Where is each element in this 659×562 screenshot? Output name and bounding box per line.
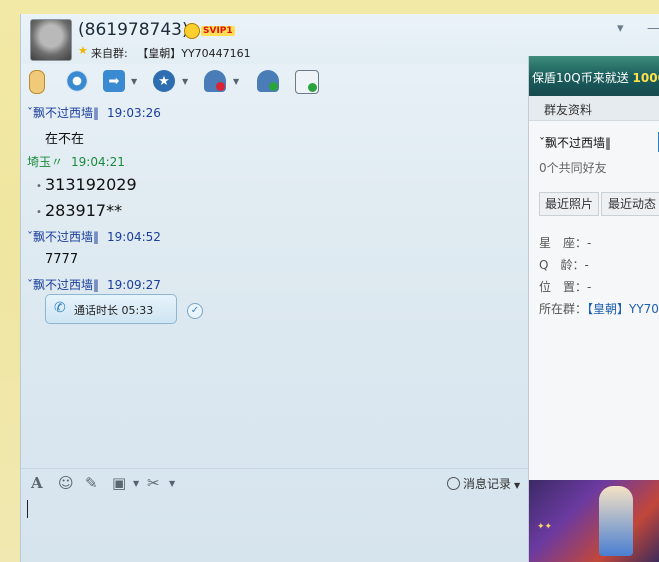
message-time: 19:09:27 xyxy=(107,278,161,292)
image-dropdown-icon[interactable]: ▼ xyxy=(133,479,139,488)
tab-member-profile[interactable]: 群友资料 xyxy=(529,96,659,121)
ad-top-number: 1000 xyxy=(632,71,659,85)
file-transfer-icon[interactable]: ➡ xyxy=(103,70,125,92)
penguin-vip-icon xyxy=(184,23,200,39)
group-prefix: 来自群: xyxy=(91,47,128,60)
edit-icon[interactable]: ✎ xyxy=(85,474,98,492)
profile-name: ˇ飘不过西墙‖ xyxy=(539,136,612,150)
source-group: 来自群: 【皇朝】YY70447161 xyxy=(91,45,251,61)
input-toolbar: A ☺ ✎ ▣ ▼ ✂ ▼ 消息记录 ▼ xyxy=(21,468,528,497)
location-row: 位 置：- xyxy=(539,280,592,294)
block-user-dropdown-icon[interactable]: ▼ xyxy=(233,77,239,86)
message-text: 在不在 xyxy=(45,132,85,147)
ad-top-text: 保盾10Q币来就送 xyxy=(532,71,629,85)
svip-badge[interactable]: SVIP1 xyxy=(201,26,235,36)
message-input[interactable] xyxy=(21,496,528,562)
avatar[interactable] xyxy=(30,19,72,61)
groups-row: 所在群：【皇朝】YY70 xyxy=(539,300,659,317)
block-user-icon[interactable] xyxy=(204,70,226,92)
message-time: 19:04:52 xyxy=(107,230,161,244)
groups-label: 所在群： xyxy=(539,302,588,316)
font-icon[interactable]: A xyxy=(31,474,43,492)
contact-qq-number: (861978743) xyxy=(78,20,189,40)
video-camera-icon[interactable] xyxy=(66,70,88,92)
emoji-icon[interactable]: ☺ xyxy=(58,474,74,492)
ad-game-logo: ✦✦ xyxy=(537,522,553,532)
ad-banner-top[interactable]: 保盾10Q币来就送 1000 xyxy=(529,56,659,96)
history-button[interactable]: 消息记录 ▼ xyxy=(447,475,520,492)
text-caret xyxy=(27,500,28,518)
recent-activity-button[interactable]: 最近动态 xyxy=(601,192,659,216)
ad-character-image xyxy=(599,486,633,556)
call-record-bubble[interactable]: ✆ 通话时长 05:33 xyxy=(45,294,177,324)
bullet-icon: • xyxy=(36,181,42,192)
remote-assist-dropdown-icon[interactable]: ▼ xyxy=(182,77,188,86)
scissors-icon[interactable]: ✂ xyxy=(147,474,160,492)
group-name: 【皇朝】YY70447161 xyxy=(137,47,251,60)
message-text: 313192029 xyxy=(45,175,137,194)
sender-name[interactable]: ˇ飘不过西墙‖ xyxy=(27,106,99,120)
call-duration: 通话时长 05:33 xyxy=(74,304,154,317)
group-chat-icon[interactable] xyxy=(295,70,319,94)
history-label: 消息记录 xyxy=(463,477,512,491)
message-header: ˇ飘不过西墙‖ 19:03:26 xyxy=(27,104,161,121)
image-icon[interactable]: ▣ xyxy=(112,474,126,492)
add-friend-icon[interactable] xyxy=(257,70,279,92)
phone-icon: ✆ xyxy=(54,300,66,316)
minimize-button[interactable]: — xyxy=(647,21,659,36)
check-icon: ✓ xyxy=(187,303,203,319)
common-friends[interactable]: 0个共同好友 xyxy=(539,159,607,176)
message-header: 埼玉〃 19:04:21 xyxy=(27,153,125,170)
sender-name[interactable]: ˇ飘不过西墙‖ xyxy=(27,278,99,292)
chat-toolbar: ➡ ▼ ★ ▼ ▼ xyxy=(21,66,531,98)
age-row: Q 龄：- xyxy=(539,258,589,272)
file-transfer-dropdown-icon[interactable]: ▼ xyxy=(131,77,137,86)
history-dropdown-icon: ▼ xyxy=(514,481,521,490)
bullet-icon: • xyxy=(36,207,42,218)
dropdown-icon[interactable]: ▾ xyxy=(617,21,624,36)
profile-sidepanel: 保盾10Q币来就送 1000 群友资料 ˇ飘不过西墙‖ 0个共同好友 最近照片 … xyxy=(528,56,659,562)
tab-label: 群友资料 xyxy=(544,103,593,117)
message-time: 19:04:21 xyxy=(71,155,125,169)
message-header: ˇ飘不过西墙‖ 19:09:27 xyxy=(27,276,161,293)
message-header: ˇ飘不过西墙‖ 19:04:52 xyxy=(27,228,161,245)
chat-window: (861978743) SVIP1 ★ 来自群: 【皇朝】YY70447161 … xyxy=(20,14,659,562)
zodiac-row: 星 座：- xyxy=(539,236,592,250)
sender-name[interactable]: 埼玉〃 xyxy=(27,155,63,169)
microphone-icon[interactable] xyxy=(29,70,45,94)
groups-link[interactable]: 【皇朝】YY70 xyxy=(587,302,659,316)
sender-name[interactable]: ˇ飘不过西墙‖ xyxy=(27,230,99,244)
message-text: 283917** xyxy=(45,201,123,220)
message-text: 7777 xyxy=(45,252,79,267)
remote-assist-icon[interactable]: ★ xyxy=(153,70,175,92)
message-time: 19:03:26 xyxy=(107,106,161,120)
screenshot-dropdown-icon[interactable]: ▼ xyxy=(169,479,175,488)
message-list[interactable]: ˇ飘不过西墙‖ 19:03:26 在不在 埼玉〃 19:04:21 • 313192… xyxy=(21,102,528,472)
clock-icon xyxy=(447,477,460,490)
star-icon: ★ xyxy=(78,44,88,57)
recent-photos-button[interactable]: 最近照片 xyxy=(539,192,599,216)
ad-banner-bottom[interactable]: ✦✦ xyxy=(529,480,659,562)
